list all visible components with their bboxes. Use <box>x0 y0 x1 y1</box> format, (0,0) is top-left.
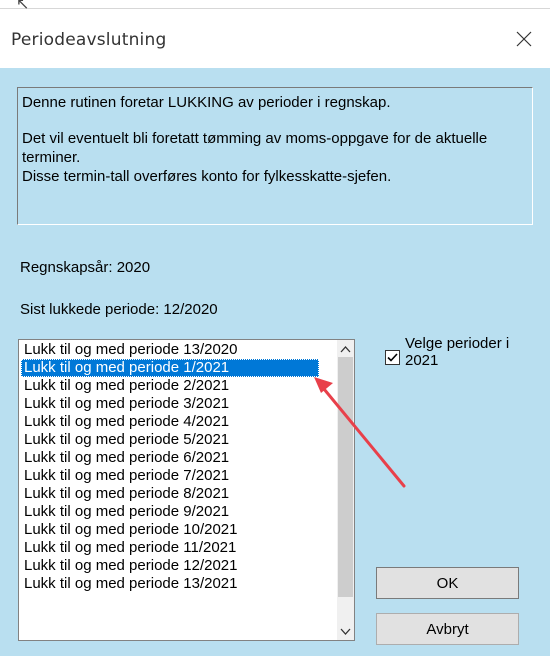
period-list-item[interactable]: Lukk til og med periode 2/2021 <box>21 377 331 395</box>
top-divider <box>0 8 550 9</box>
chevron-up-icon <box>340 345 351 352</box>
period-list-item[interactable]: Lukk til og med periode 5/2021 <box>21 431 331 449</box>
select-periods-checkbox[interactable] <box>385 350 400 365</box>
period-listbox[interactable]: Lukk til og med periode 13/2020 Lukk til … <box>18 339 355 641</box>
ok-button[interactable]: OK <box>376 567 519 599</box>
last-closed-period-label: Sist lukkede periode: 12/2020 <box>20 301 218 318</box>
info-panel: Denne rutinen foretar LUKKING av periode… <box>17 87 533 225</box>
info-line-2: Det vil eventuelt bli foretatt tømming a… <box>22 130 488 166</box>
listbox-scrollbar[interactable] <box>337 340 354 640</box>
period-list-item[interactable]: Lukk til og med periode 10/2021 <box>21 521 331 539</box>
period-list-item[interactable]: Lukk til og med periode 11/2021 <box>21 539 331 557</box>
cancel-button[interactable]: Avbryt <box>376 613 519 645</box>
period-list-item[interactable]: Lukk til og med periode 9/2021 <box>21 503 331 521</box>
period-list-item[interactable]: Lukk til og med periode 13/2021 <box>21 575 331 593</box>
info-line-1: Denne rutinen foretar LUKKING av periode… <box>22 94 391 111</box>
period-list-item[interactable]: Lukk til og med periode 3/2021 <box>21 395 331 413</box>
period-list-item[interactable]: Lukk til og med periode 8/2021 <box>21 485 331 503</box>
info-line-3: Disse termin-tall overføres konto for fy… <box>22 168 392 185</box>
select-periods-label[interactable]: Velge perioder i 2021 <box>405 335 545 369</box>
scroll-up-button[interactable] <box>337 340 354 357</box>
window-title: Periodeavslutning <box>11 30 167 50</box>
checkmark-icon <box>387 353 398 362</box>
title-bar: ↖ Periodeavslutning <box>0 0 550 68</box>
close-button[interactable] <box>511 26 537 52</box>
period-list-item[interactable]: Lukk til og med periode 4/2021 <box>21 413 331 431</box>
period-list: Lukk til og med periode 13/2020 Lukk til … <box>21 341 331 593</box>
dialog-body: Denne rutinen foretar LUKKING av periode… <box>0 68 550 656</box>
period-list-item[interactable]: Lukk til og med periode 7/2021 <box>21 467 331 485</box>
period-list-item[interactable]: Lukk til og med periode 6/2021 <box>21 449 331 467</box>
period-list-item[interactable]: Lukk til og med periode 12/2021 <box>21 557 331 575</box>
fiscal-year-label: Regnskapsår: 2020 <box>20 259 151 276</box>
close-icon <box>516 31 532 47</box>
scroll-thumb[interactable] <box>338 357 353 597</box>
chevron-down-icon <box>340 628 351 635</box>
mouse-cursor-icon: ↖ <box>16 0 30 13</box>
scroll-down-button[interactable] <box>337 623 354 640</box>
period-list-item[interactable]: Lukk til og med periode 1/2021 <box>21 359 319 377</box>
period-list-item[interactable]: Lukk til og med periode 13/2020 <box>21 341 331 359</box>
